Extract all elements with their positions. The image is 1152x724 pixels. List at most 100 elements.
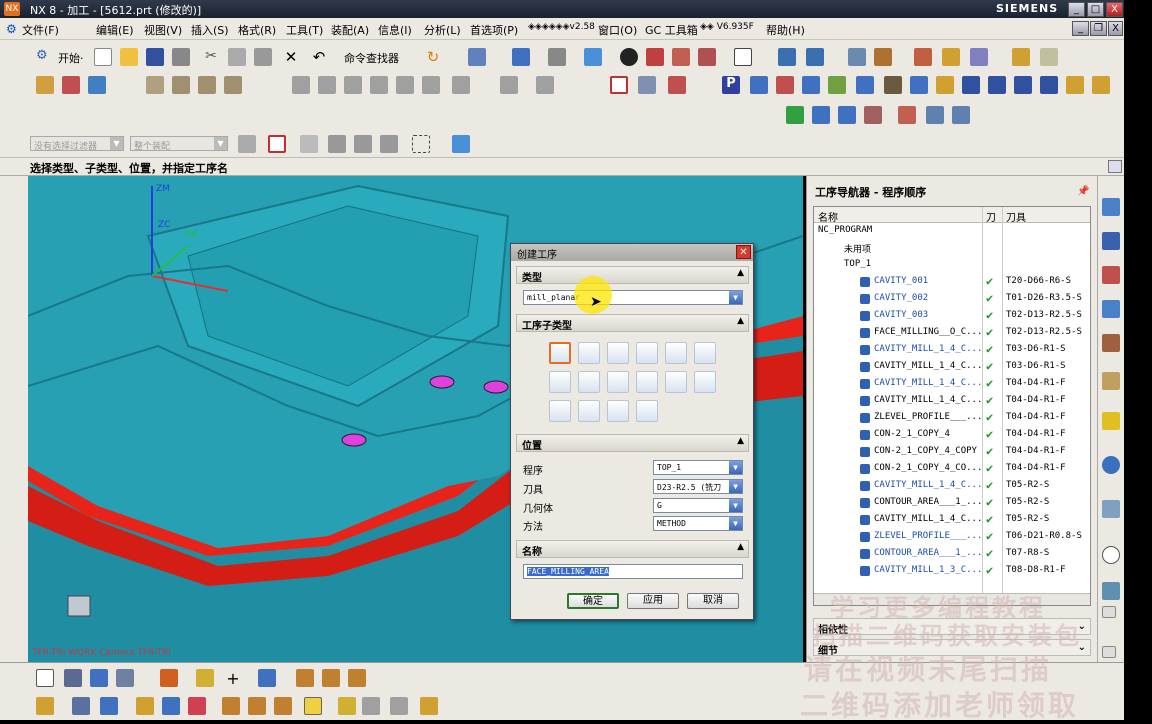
finish-walls-icon[interactable]: [549, 371, 571, 393]
table-row[interactable]: CON-2_1_COPY_4_COPY ✔ T04-D4-R1-F: [814, 444, 1090, 461]
command-finder-button[interactable]: 命令查找器: [344, 50, 399, 66]
snap-point-icon[interactable]: [268, 135, 286, 153]
report-icon[interactable]: [838, 106, 856, 124]
measure-tool-icon[interactable]: [362, 697, 380, 715]
ok-button[interactable]: 确定: [567, 593, 619, 609]
sync-icon[interactable]: [500, 76, 518, 94]
flow-icon[interactable]: [970, 48, 988, 66]
analysis-tool-icon[interactable]: [304, 697, 322, 715]
planar-mill-icon[interactable]: [636, 342, 658, 364]
datum-icon[interactable]: [348, 669, 366, 687]
dialog-close-button[interactable]: ✕: [736, 245, 751, 259]
selection-scope-dropdown[interactable]: 整个装配 ▼: [130, 136, 228, 151]
create-program-icon[interactable]: [36, 669, 54, 687]
finish-floor-icon[interactable]: [578, 371, 600, 393]
table-row[interactable]: CONTOUR_AREA___1_... ✔ T05-R2-S: [814, 495, 1090, 512]
geometry-view-icon[interactable]: [668, 76, 686, 94]
hide-icon[interactable]: [698, 48, 716, 66]
cube-icon[interactable]: [672, 48, 690, 66]
web-browser-icon[interactable]: [1102, 456, 1120, 474]
table-row[interactable]: CAVITY_003 ✔ T02-D13-R2.5-S: [814, 308, 1090, 325]
group-icon[interactable]: [162, 697, 180, 715]
grid-tool-icon[interactable]: [390, 697, 408, 715]
geometry-dropdown[interactable]: G ▼: [653, 498, 743, 513]
planar-profile-icon[interactable]: [665, 342, 687, 364]
manufacturing-icon[interactable]: [848, 48, 866, 66]
table-row[interactable]: CON-2_1_COPY_4 ✔ T04-D4-R1-F: [814, 427, 1090, 444]
dialog-title-bar[interactable]: 创建工序: [511, 244, 753, 261]
menu-format[interactable]: 格式(R): [238, 22, 276, 38]
feed-icon[interactable]: [936, 76, 954, 94]
machine-view-icon[interactable]: [638, 76, 656, 94]
object-icon[interactable]: [988, 76, 1006, 94]
select-tool-icon[interactable]: [468, 48, 486, 66]
paste-op-icon[interactable]: [100, 697, 118, 715]
table-row[interactable]: CONTOUR_AREA___1_... ✔ T07-R8-S: [814, 546, 1090, 563]
extra-icon[interactable]: [1066, 76, 1084, 94]
curve-icon[interactable]: [172, 76, 190, 94]
measure-icon[interactable]: [874, 48, 892, 66]
undo-icon[interactable]: ↶: [310, 48, 328, 66]
table-row[interactable]: CAVITY_MILL_1_4_C... ✔ T03-D6-R1-S: [814, 342, 1090, 359]
close-button[interactable]: X: [1106, 2, 1123, 17]
pattern-icon[interactable]: [452, 76, 470, 94]
column-name[interactable]: 名称: [818, 209, 838, 224]
list-path-icon[interactable]: [802, 76, 820, 94]
machine-tab-icon[interactable]: [1102, 232, 1120, 250]
face-select-icon[interactable]: [354, 135, 372, 153]
layer-icon[interactable]: [778, 48, 796, 66]
shop-doc-icon[interactable]: [856, 76, 874, 94]
assembly-icon[interactable]: [36, 76, 54, 94]
background-icon[interactable]: [734, 48, 752, 66]
table-row[interactable]: CAVITY_MILL_1_4_C... ✔ T05-R2-S: [814, 512, 1090, 529]
face-milling-manual-icon[interactable]: [607, 342, 629, 364]
edge-select-icon[interactable]: [380, 135, 398, 153]
component-icon[interactable]: [62, 76, 80, 94]
app-menu-icon[interactable]: ⚙: [6, 22, 17, 36]
machine-sim-icon[interactable]: [884, 76, 902, 94]
body-select-icon[interactable]: [328, 135, 346, 153]
snap-grid-icon[interactable]: [248, 697, 266, 715]
plus-icon[interactable]: +: [224, 669, 242, 688]
create-geometry-icon[interactable]: [90, 669, 108, 687]
start-menu-button[interactable]: 开始·: [58, 50, 84, 66]
reuse-library-icon[interactable]: [1102, 412, 1120, 430]
table-row[interactable]: TOP_1: [814, 257, 1090, 274]
generate-path-icon[interactable]: P: [722, 76, 740, 94]
align-icon[interactable]: [222, 697, 240, 715]
subtype-section-header[interactable]: 工序子类型 ▲: [516, 314, 749, 332]
shell-icon[interactable]: [422, 76, 440, 94]
chamfer-mill-icon[interactable]: [636, 400, 658, 422]
flag-icon[interactable]: [898, 106, 916, 124]
plane-icon[interactable]: [322, 669, 340, 687]
clock-icon[interactable]: [1102, 546, 1120, 564]
menu-plugin[interactable]: ◈◈◈◈◈◈v2.58: [528, 22, 595, 32]
table-row[interactable]: CAVITY_MILL_1_4_C... ✔ T03-D6-R1-S: [814, 359, 1090, 376]
table-row[interactable]: CAVITY_MILL_1_4_C... ✔ T04-D4-R1-F: [814, 376, 1090, 393]
replay-icon[interactable]: [750, 76, 768, 94]
analysis-icon[interactable]: [914, 48, 932, 66]
menu-assembly[interactable]: 装配(A): [331, 22, 369, 38]
mill-control-icon[interactable]: [549, 400, 571, 422]
offset-icon[interactable]: [344, 76, 362, 94]
table-row[interactable]: FACE_MILLING__O_C... ✔ T02-D13-R2.5-S: [814, 325, 1090, 342]
extra-2-icon[interactable]: [1092, 76, 1110, 94]
doc-restore-button[interactable]: ❐: [1090, 21, 1107, 36]
delete-icon[interactable]: ✕: [282, 48, 300, 66]
brush-icon[interactable]: [1040, 48, 1058, 66]
cut-icon[interactable]: ✂: [202, 48, 220, 66]
groove-milling-icon[interactable]: [607, 371, 629, 393]
paste-icon[interactable]: [254, 48, 272, 66]
menu-preferences[interactable]: 首选项(P): [470, 22, 518, 38]
hole-milling-icon[interactable]: [636, 371, 658, 393]
mill-user-icon[interactable]: [607, 400, 629, 422]
create-method-icon[interactable]: [116, 669, 134, 687]
transform-icon[interactable]: [1014, 76, 1032, 94]
move-face-icon[interactable]: [536, 76, 554, 94]
method-tab-icon[interactable]: [1102, 300, 1120, 318]
doc-minimize-button[interactable]: _: [1072, 21, 1089, 36]
menu-info[interactable]: 信息(I): [378, 22, 412, 38]
apply-button[interactable]: 应用: [627, 593, 679, 609]
planar-text-icon[interactable]: [694, 371, 716, 393]
move-op-icon[interactable]: [136, 697, 154, 715]
